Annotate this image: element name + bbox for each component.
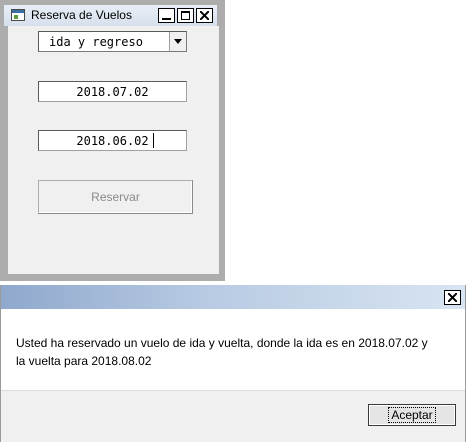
- trip-type-dropdown[interactable]: ida y regreso: [38, 31, 187, 52]
- minimize-icon[interactable]: [158, 8, 175, 23]
- return-date-field[interactable]: [38, 130, 187, 151]
- maximize-icon[interactable]: [177, 8, 194, 23]
- flight-reservation-window: Reserva de Vuelos ida y regreso Reservar: [0, 0, 225, 281]
- trip-type-value: ida y regreso: [49, 35, 143, 49]
- text-caret: [153, 133, 154, 148]
- close-icon[interactable]: [444, 290, 461, 305]
- departure-date-field[interactable]: [38, 81, 187, 102]
- app-window-icon: [11, 9, 25, 21]
- title-bar[interactable]: Reserva de Vuelos: [4, 5, 217, 26]
- reserve-button[interactable]: Reservar: [38, 180, 193, 214]
- window-title: Reserva de Vuelos: [31, 8, 132, 22]
- confirmation-dialog: Usted ha reservado un vuelo de ida y vue…: [0, 285, 466, 442]
- accept-button[interactable]: Aceptar: [368, 404, 456, 426]
- close-icon[interactable]: [196, 8, 213, 23]
- dialog-footer: Aceptar: [1, 390, 465, 442]
- chevron-down-icon: [174, 39, 182, 44]
- dialog-title-bar[interactable]: [1, 285, 465, 309]
- dialog-message: Usted ha reservado un vuelo de ida y vue…: [16, 336, 428, 368]
- window-client-area: ida y regreso Reservar: [8, 26, 219, 274]
- accept-button-label: Aceptar: [388, 407, 436, 423]
- dropdown-button[interactable]: [169, 32, 186, 51]
